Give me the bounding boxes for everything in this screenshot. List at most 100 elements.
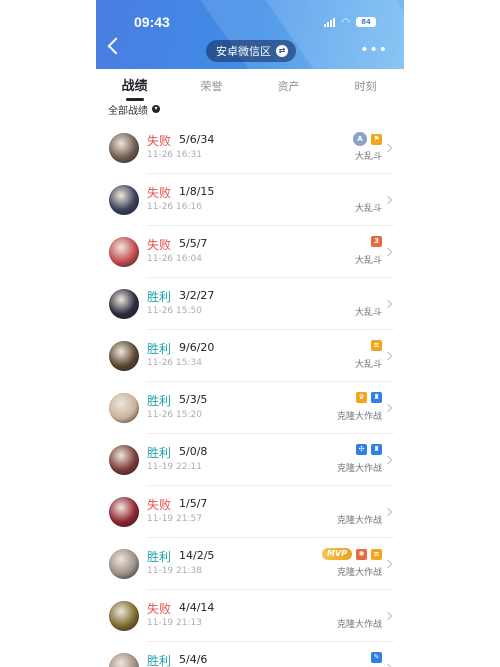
tab-honors[interactable]: 荣誉 (173, 69, 250, 105)
match-row[interactable]: 胜利 14/2/5 11-19 21:38 克隆大作战 MVP ✺ ≡ (96, 538, 404, 590)
match-kda: 3/2/27 (179, 289, 215, 302)
match-row[interactable]: 胜利 5/0/8 11-19 22:11 克隆大作战 ✣ ♜ (96, 434, 404, 486)
chevron-right-icon (383, 143, 393, 153)
tab-assets[interactable]: 资产 (250, 69, 327, 105)
chevron-right-icon (383, 247, 393, 257)
hero-avatar (109, 237, 139, 267)
status-icons: ◠ 84 (324, 16, 376, 28)
match-time: 11-19 22:11 (147, 462, 202, 472)
match-time: 11-19 21:13 (147, 618, 202, 628)
match-mode: 大乱斗 (354, 360, 382, 370)
match-row[interactable]: 胜利 3/2/27 11-26 15:50 大乱斗 (96, 278, 404, 330)
match-result: 失败 (147, 186, 172, 200)
match-row[interactable]: 失败 4/4/14 11-19 21:13 克隆大作战 (96, 590, 404, 642)
region-switcher[interactable]: 安卓微信区 ⇄ (206, 40, 296, 62)
match-row[interactable]: 失败 5/5/7 11-26 16:04 大乱斗 3 (96, 226, 404, 278)
wifi-icon: ◠ (341, 16, 350, 28)
match-badges: ♛ ♜ (356, 392, 382, 403)
achievement-icon: ⚑ (371, 133, 382, 145)
match-badges: 3 (371, 236, 382, 247)
match-time: 11-19 21:38 (147, 566, 202, 576)
match-badges: MVP ✺ ≡ (321, 548, 382, 560)
match-time: 11-19 21:57 (147, 514, 202, 524)
match-badges: ✣ ♜ (356, 444, 382, 455)
records-filter[interactable]: 全部战绩 ▾ (108, 103, 160, 115)
match-badges: ✎ (371, 652, 382, 663)
match-result: 胜利 (147, 394, 172, 408)
chevron-right-icon (383, 455, 393, 465)
phone-screen: 09:43 ◠ 84 安卓微信区 ⇄ ••• 战绩 荣誉 资产 时刻 全部战绩 … (96, 0, 404, 667)
mvp-badge: MVP (321, 548, 352, 560)
tab-moments[interactable]: 时刻 (327, 69, 404, 105)
achievement-icon: ✺ (356, 548, 367, 560)
signal-icon (324, 17, 336, 27)
match-mode: 克隆大作战 (336, 568, 382, 578)
header-bar: 09:43 ◠ 84 安卓微信区 ⇄ ••• (96, 0, 404, 69)
match-row[interactable]: 胜利 5/4/6 ✎ (96, 642, 404, 667)
match-kda: 5/3/5 (179, 393, 208, 406)
hero-avatar (109, 549, 139, 579)
hero-avatar (109, 341, 139, 371)
match-row[interactable]: 胜利 5/3/5 11-26 15:20 克隆大作战 ♛ ♜ (96, 382, 404, 434)
match-badges: ≡ (371, 340, 382, 351)
match-list: 失败 5/6/34 11-26 16:31 大乱斗 A ⚑ 失败 1/8/15 11-26 16… (96, 122, 404, 667)
hero-avatar (109, 133, 139, 163)
chevron-right-icon (383, 195, 393, 205)
match-time: 11-26 15:34 (147, 358, 202, 368)
hero-avatar (109, 497, 139, 527)
tab-records[interactable]: 战绩 (96, 69, 173, 105)
chevron-right-icon (383, 559, 393, 569)
achievement-icon: ♜ (371, 444, 382, 455)
tab-bar: 战绩 荣誉 资产 时刻 (96, 69, 404, 105)
match-row[interactable]: 失败 1/8/15 11-26 16:16 大乱斗 (96, 174, 404, 226)
match-time: 11-26 16:16 (147, 202, 202, 212)
achievement-icon: 3 (371, 236, 382, 247)
swap-icon: ⇄ (276, 45, 288, 57)
match-time: 11-26 15:20 (147, 410, 202, 420)
achievement-icon: ≡ (371, 340, 382, 351)
achievement-icon: ≡ (371, 548, 382, 560)
match-kda: 5/4/6 (179, 653, 208, 666)
achievement-icon: ✣ (356, 444, 367, 455)
match-mode: 大乱斗 (354, 308, 382, 318)
match-row[interactable]: 失败 5/6/34 11-26 16:31 大乱斗 A ⚑ (96, 122, 404, 174)
match-result: 失败 (147, 238, 172, 252)
match-mode: 克隆大作战 (336, 516, 382, 526)
battery-icon: 84 (356, 17, 376, 27)
match-result: 胜利 (147, 654, 172, 667)
match-result: 失败 (147, 134, 172, 148)
filter-label: 全部战绩 (108, 105, 148, 116)
match-kda: 14/2/5 (179, 549, 215, 562)
match-result: 失败 (147, 602, 172, 616)
chevron-right-icon (383, 351, 393, 361)
match-kda: 5/6/34 (179, 133, 215, 146)
match-kda: 9/6/20 (179, 341, 215, 354)
match-row[interactable]: 失败 1/5/7 11-19 21:57 克隆大作战 (96, 486, 404, 538)
match-badges: A ⚑ (353, 132, 382, 146)
match-mode: 大乱斗 (354, 204, 382, 214)
chevron-right-icon (383, 299, 393, 309)
match-mode: 克隆大作战 (336, 412, 382, 422)
match-result: 失败 (147, 498, 172, 512)
match-mode: 大乱斗 (354, 152, 382, 162)
match-mode: 大乱斗 (354, 256, 382, 266)
chevron-right-icon (383, 403, 393, 413)
chevron-down-icon: ▾ (152, 105, 160, 113)
hero-avatar (109, 289, 139, 319)
hero-avatar (109, 653, 139, 667)
more-icon[interactable]: ••• (360, 42, 388, 58)
achievement-icon: A (353, 132, 367, 146)
match-result: 胜利 (147, 342, 172, 356)
match-time: 11-26 15:50 (147, 306, 202, 316)
match-result: 胜利 (147, 446, 172, 460)
match-kda: 5/0/8 (179, 445, 208, 458)
chevron-right-icon (383, 611, 393, 621)
match-time: 11-26 16:31 (147, 150, 202, 160)
match-row[interactable]: 胜利 9/6/20 11-26 15:34 大乱斗 ≡ (96, 330, 404, 382)
match-kda: 1/5/7 (179, 497, 208, 510)
match-time: 11-26 16:04 (147, 254, 202, 264)
hero-avatar (109, 601, 139, 631)
match-mode: 克隆大作战 (336, 620, 382, 630)
achievement-icon: ♜ (371, 392, 382, 403)
back-icon[interactable] (107, 37, 125, 55)
